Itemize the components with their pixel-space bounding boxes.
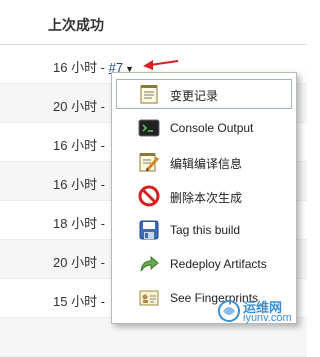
no-entry-icon (138, 185, 160, 207)
arrow-to-dropdown (143, 60, 179, 70)
watermark-logo-icon (218, 300, 240, 322)
redeploy-arrow-icon (138, 253, 160, 275)
menu-item-label: Console Output (170, 121, 254, 135)
menu-item-label: Tag this build (170, 223, 241, 237)
menu-item-edit-build-info[interactable]: 编辑编译信息 (116, 147, 292, 177)
menu-item-label: Redeploy Artifacts (170, 257, 267, 271)
menu-item-label: 删除本次生成 (170, 191, 243, 205)
watermark-url: iyunv.com (243, 312, 292, 324)
menu-item-label: 变更记录 (170, 89, 219, 103)
save-icon (138, 219, 160, 241)
menu-item-redeploy-artifacts[interactable]: Redeploy Artifacts (116, 249, 292, 279)
menu-item-console-output[interactable]: Console Output (116, 113, 292, 143)
menu-item-tag-build[interactable]: Tag this build (116, 215, 292, 245)
build-context-menu: 变更记录 Console Output 编辑编译信息 删除本次生成 Tag th… (111, 72, 297, 324)
menu-item-changes[interactable]: 变更记录 (116, 79, 292, 109)
notepad-icon (138, 83, 160, 105)
menu-item-delete-build[interactable]: 删除本次生成 (116, 181, 292, 211)
site-watermark: 运维网 iyunv.com (213, 295, 307, 328)
notepad-pencil-icon (138, 151, 160, 173)
fingerprint-card-icon (138, 287, 160, 309)
menu-item-label: 编辑编译信息 (170, 157, 243, 171)
terminal-icon (138, 117, 160, 139)
